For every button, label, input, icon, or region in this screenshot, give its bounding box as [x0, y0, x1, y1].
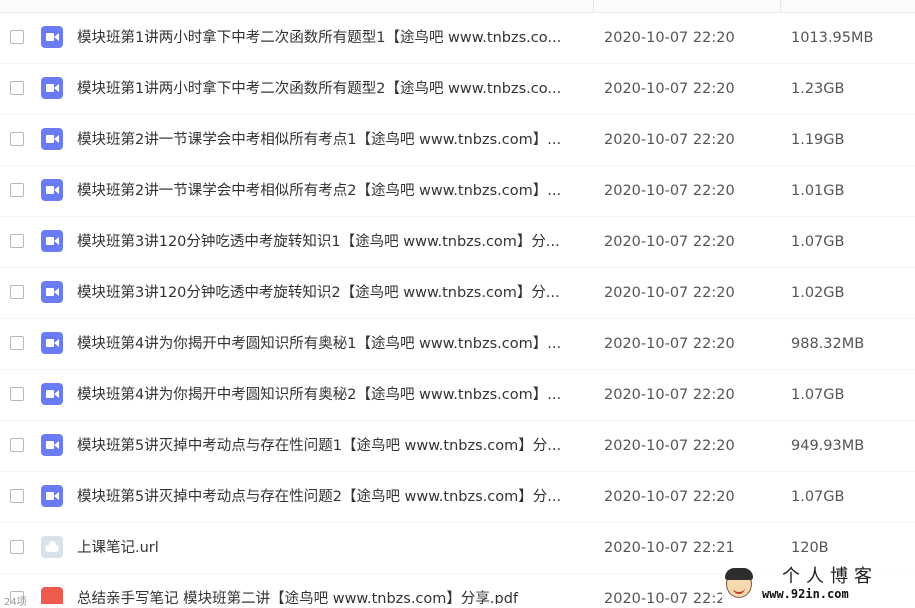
video-file-icon	[41, 128, 63, 150]
file-size: 1013.95MB	[791, 30, 874, 46]
watermark-title: 个人博客	[782, 566, 878, 587]
file-name[interactable]: 总结亲手写笔记 模块班第二讲【途鸟吧 www.tnbzs.com】分享.pdf	[77, 589, 577, 604]
file-size: 1.07GB	[791, 234, 845, 250]
video-file-icon	[41, 383, 63, 405]
file-size: 1.19GB	[791, 132, 845, 148]
file-modified-time: 2020-10-07 22:20	[604, 387, 735, 403]
file-modified-time: 2020-10-07 22:20	[604, 489, 735, 505]
file-size: 1.07GB	[791, 489, 845, 505]
column-divider	[780, 0, 781, 12]
item-count: 24项	[4, 597, 27, 608]
file-size: 1.02GB	[791, 285, 845, 301]
row-checkbox[interactable]	[10, 81, 24, 95]
video-file-icon	[41, 332, 63, 354]
file-name[interactable]: 模块班第5讲灭掉中考动点与存在性问题2【途鸟吧 www.tnbzs.com】分.…	[77, 487, 577, 507]
file-name[interactable]: 模块班第4讲为你揭开中考圆知识所有奥秘2【途鸟吧 www.tnbzs.com】.…	[77, 385, 577, 405]
table-row[interactable]: 模块班第2讲一节课学会中考相似所有考点1【途鸟吧 www.tnbzs.com】.…	[0, 115, 915, 166]
column-divider	[593, 0, 594, 12]
file-name[interactable]: 模块班第2讲一节课学会中考相似所有考点2【途鸟吧 www.tnbzs.com】.…	[77, 181, 577, 201]
file-list: 模块班第1讲两小时拿下中考二次函数所有题型1【途鸟吧 www.tnbzs.co.…	[0, 13, 915, 604]
watermark-url: www.92in.com	[762, 587, 849, 601]
file-modified-time: 2020-10-07 22:20	[604, 285, 735, 301]
pdf-file-icon	[41, 587, 63, 604]
table-row[interactable]: 模块班第2讲一节课学会中考相似所有考点2【途鸟吧 www.tnbzs.com】.…	[0, 166, 915, 217]
file-modified-time: 2020-10-07 22:20	[604, 336, 735, 352]
file-name[interactable]: 模块班第3讲120分钟吃透中考旋转知识2【途鸟吧 www.tnbzs.com】分…	[77, 283, 577, 303]
table-row[interactable]: 模块班第1讲两小时拿下中考二次函数所有题型1【途鸟吧 www.tnbzs.co.…	[0, 13, 915, 64]
avatar-face-icon	[725, 568, 753, 598]
file-modified-time: 2020-10-07 22:21	[604, 540, 735, 556]
file-modified-time: 2020-10-07 22:20	[604, 183, 735, 199]
table-row[interactable]: 模块班第4讲为你揭开中考圆知识所有奥秘2【途鸟吧 www.tnbzs.com】.…	[0, 370, 915, 421]
table-row[interactable]: 模块班第3讲120分钟吃透中考旋转知识2【途鸟吧 www.tnbzs.com】分…	[0, 268, 915, 319]
file-size: 988.32MB	[791, 336, 865, 352]
file-name[interactable]: 模块班第4讲为你揭开中考圆知识所有奥秘1【途鸟吧 www.tnbzs.com】.…	[77, 334, 577, 354]
file-name[interactable]: 模块班第1讲两小时拿下中考二次函数所有题型2【途鸟吧 www.tnbzs.co.…	[77, 79, 577, 99]
file-modified-time: 2020-10-07 22:20	[604, 234, 735, 250]
video-file-icon	[41, 230, 63, 252]
table-row[interactable]: 模块班第5讲灭掉中考动点与存在性问题1【途鸟吧 www.tnbzs.com】分.…	[0, 421, 915, 472]
row-checkbox[interactable]	[10, 183, 24, 197]
table-row[interactable]: 模块班第3讲120分钟吃透中考旋转知识1【途鸟吧 www.tnbzs.com】分…	[0, 217, 915, 268]
row-checkbox[interactable]	[10, 285, 24, 299]
column-header	[0, 0, 915, 13]
file-size: 1.23GB	[791, 81, 845, 97]
row-checkbox[interactable]	[10, 234, 24, 248]
file-modified-time: 2020-10-07 22:20	[604, 132, 735, 148]
row-checkbox[interactable]	[10, 30, 24, 44]
file-size: 949.93MB	[791, 438, 865, 454]
file-modified-time: 2020-10-07 22:2	[604, 591, 726, 604]
file-name[interactable]: 模块班第3讲120分钟吃透中考旋转知识1【途鸟吧 www.tnbzs.com】分…	[77, 232, 577, 252]
table-row[interactable]: 模块班第5讲灭掉中考动点与存在性问题2【途鸟吧 www.tnbzs.com】分.…	[0, 472, 915, 523]
row-checkbox[interactable]	[10, 132, 24, 146]
video-file-icon	[41, 434, 63, 456]
file-modified-time: 2020-10-07 22:20	[604, 81, 735, 97]
video-file-icon	[41, 26, 63, 48]
file-name[interactable]: 模块班第2讲一节课学会中考相似所有考点1【途鸟吧 www.tnbzs.com】.…	[77, 130, 577, 150]
row-checkbox[interactable]	[10, 438, 24, 452]
file-name[interactable]: 上课笔记.url	[77, 538, 577, 558]
video-file-icon	[41, 77, 63, 99]
file-name[interactable]: 模块班第5讲灭掉中考动点与存在性问题1【途鸟吧 www.tnbzs.com】分.…	[77, 436, 577, 456]
file-size: 1.01GB	[791, 183, 845, 199]
watermark: 个人博客 www.92in.com	[722, 566, 915, 605]
row-checkbox[interactable]	[10, 336, 24, 350]
row-checkbox[interactable]	[10, 387, 24, 401]
row-checkbox[interactable]	[10, 540, 24, 554]
table-row[interactable]: 模块班第1讲两小时拿下中考二次函数所有题型2【途鸟吧 www.tnbzs.co.…	[0, 64, 915, 115]
file-size: 1.07GB	[791, 387, 845, 403]
video-file-icon	[41, 485, 63, 507]
link-file-icon	[41, 536, 63, 558]
file-name[interactable]: 模块班第1讲两小时拿下中考二次函数所有题型1【途鸟吧 www.tnbzs.co.…	[77, 28, 577, 48]
file-modified-time: 2020-10-07 22:20	[604, 30, 735, 46]
video-file-icon	[41, 179, 63, 201]
file-modified-time: 2020-10-07 22:20	[604, 438, 735, 454]
table-row[interactable]: 模块班第4讲为你揭开中考圆知识所有奥秘1【途鸟吧 www.tnbzs.com】.…	[0, 319, 915, 370]
video-file-icon	[41, 281, 63, 303]
row-checkbox[interactable]	[10, 489, 24, 503]
file-size: 120B	[791, 540, 829, 556]
